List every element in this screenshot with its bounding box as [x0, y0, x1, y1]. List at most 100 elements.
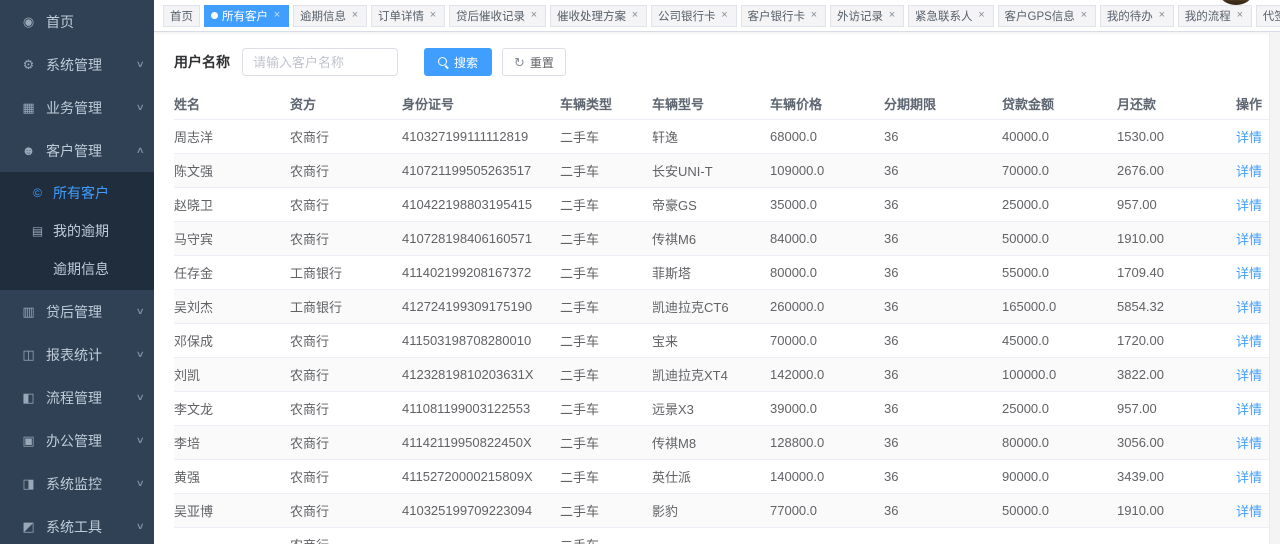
- cell-loan-amount: 100000.0: [1002, 357, 1117, 391]
- cell-vehicle-type: 二手车: [560, 357, 652, 391]
- cell-id-number: 410721199505263517: [402, 153, 560, 187]
- sidebar-subitem-label: 所有客户: [53, 183, 109, 203]
- table-row: 邓保成农商行411503198708280010二手车宝来70000.03645…: [174, 323, 1270, 357]
- cell-name: 吴亚博: [174, 493, 290, 527]
- tools-icon: ◩: [20, 519, 37, 535]
- detail-link[interactable]: 详情: [1236, 164, 1262, 179]
- tab-8[interactable]: 外访记录×: [830, 5, 904, 27]
- tab-label: 客户GPS信息: [1005, 8, 1075, 24]
- tab-4[interactable]: 贷后催收记录×: [449, 5, 546, 27]
- cell-vehicle-type: 二手车: [560, 425, 652, 459]
- cell-name: 任存金: [174, 255, 290, 289]
- search-form: 用户名称 搜索 ↻ 重置: [154, 32, 1280, 89]
- detail-link[interactable]: 详情: [1236, 368, 1262, 383]
- cell-id-number: 410728198406160571: [402, 221, 560, 255]
- close-icon[interactable]: ×: [1079, 10, 1089, 21]
- search-button[interactable]: 搜索: [424, 48, 492, 76]
- cell-actions: 详情: [1236, 391, 1270, 425]
- sidebar-item-overdue-info[interactable]: 逾期信息: [0, 250, 154, 288]
- cell-vehicle-type: 二手车: [560, 493, 652, 527]
- sidebar-item-office-mgmt[interactable]: ▣办公管理∨: [0, 419, 154, 462]
- sidebar-item-postloan-mgmt[interactable]: ▥贷后管理∨: [0, 290, 154, 333]
- detail-link[interactable]: 详情: [1236, 198, 1262, 213]
- close-icon[interactable]: ×: [630, 10, 640, 21]
- gear-icon: ⚙: [20, 57, 37, 73]
- tab-1[interactable]: 所有客户×: [204, 5, 289, 27]
- report-icon: ◫: [20, 347, 37, 363]
- detail-link[interactable]: 详情: [1236, 504, 1262, 519]
- table-row: 任存金工商银行411402199208167372二手车菲斯塔80000.036…: [174, 255, 1270, 289]
- close-icon[interactable]: ×: [977, 10, 987, 21]
- tab-bar: 首页所有客户×逾期信息×订单详情×贷后催收记录×催收处理方案×公司银行卡×客户银…: [154, 0, 1280, 32]
- cell-name: 邓保成: [174, 323, 290, 357]
- cell-installment-term: 36: [884, 153, 1002, 187]
- close-icon[interactable]: ×: [428, 10, 438, 21]
- cell-name: 赵晓卫: [174, 187, 290, 221]
- close-icon[interactable]: ×: [529, 10, 539, 21]
- tab-10[interactable]: 客户GPS信息 ×: [998, 5, 1096, 27]
- close-icon[interactable]: ×: [720, 10, 730, 21]
- cell-funder: 农商行: [290, 357, 402, 391]
- column-header: 分期期限: [884, 89, 1002, 119]
- tab-3[interactable]: 订单详情×: [371, 5, 445, 27]
- close-icon[interactable]: ×: [887, 10, 897, 21]
- tab-13[interactable]: 代签任务×: [1256, 5, 1280, 27]
- tab-0[interactable]: 首页: [163, 5, 200, 27]
- tab-9[interactable]: 紧急联系人×: [908, 5, 994, 27]
- cell-vehicle-type: 二手车: [560, 221, 652, 255]
- detail-link[interactable]: 详情: [1236, 300, 1262, 315]
- detail-link[interactable]: 详情: [1236, 402, 1262, 417]
- sidebar-item-report-stats[interactable]: ◫报表统计∨: [0, 333, 154, 376]
- sidebar-item-process-mgmt[interactable]: ◧流程管理∨: [0, 376, 154, 419]
- cell-vehicle-price: 140000.0: [770, 459, 884, 493]
- close-icon[interactable]: ×: [1235, 10, 1245, 21]
- sidebar-item-home[interactable]: ◉首页: [0, 0, 154, 43]
- tab-label: 代签任务: [1263, 8, 1280, 24]
- cell-vehicle-price: 70000.0: [770, 323, 884, 357]
- cell-loan-amount: 90000.0: [1002, 459, 1117, 493]
- cell-installment-term: 36: [884, 119, 1002, 153]
- tab-7[interactable]: 客户银行卡×: [741, 5, 827, 27]
- sidebar-item-my-overdue[interactable]: ▤我的逾期: [0, 212, 154, 250]
- sidebar-item-customer-mgmt[interactable]: ☻客户管理∧: [0, 129, 154, 172]
- detail-link[interactable]: 详情: [1236, 130, 1262, 145]
- reset-button[interactable]: ↻ 重置: [502, 48, 566, 76]
- sidebar-item-business-mgmt[interactable]: ▦业务管理∨: [0, 86, 154, 129]
- cell-name: 刘凯: [174, 357, 290, 391]
- cell-vehicle-price: 35000.0: [770, 187, 884, 221]
- close-icon[interactable]: ×: [272, 10, 282, 21]
- sidebar-item-system-monitor[interactable]: ◨系统监控∨: [0, 462, 154, 505]
- tab-11[interactable]: 我的待办×: [1100, 5, 1174, 27]
- cell-funder: 农商行: [290, 187, 402, 221]
- close-icon[interactable]: ×: [1157, 10, 1167, 21]
- cell-monthly-payment: 2676.00: [1117, 153, 1236, 187]
- detail-link[interactable]: 详情: [1236, 436, 1262, 451]
- tab-12[interactable]: 我的流程×: [1178, 5, 1252, 27]
- cell-funder: 农商行: [290, 493, 402, 527]
- detail-link[interactable]: 详情: [1236, 232, 1262, 247]
- tab-5[interactable]: 催收处理方案×: [550, 5, 647, 27]
- close-icon[interactable]: ×: [350, 10, 360, 21]
- cell-vehicle-price: 84000.0: [770, 221, 884, 255]
- close-icon[interactable]: ×: [809, 10, 819, 21]
- cell-vehicle-price: 68000.0: [770, 119, 884, 153]
- scrollbar[interactable]: [1269, 33, 1280, 544]
- sidebar-item-system-mgmt[interactable]: ⚙系统管理∨: [0, 43, 154, 86]
- detail-link[interactable]: 详情: [1236, 266, 1262, 281]
- sidebar-item-all-customers[interactable]: ©所有客户: [0, 174, 154, 212]
- cell-actions: 详情: [1236, 493, 1270, 527]
- detail-link[interactable]: 详情: [1236, 334, 1262, 349]
- tab-6[interactable]: 公司银行卡×: [651, 5, 737, 27]
- detail-link[interactable]: 详情: [1236, 470, 1262, 485]
- cell-id-number: 41152720000215809X: [402, 459, 560, 493]
- column-header: 身份证号: [402, 89, 560, 119]
- tab-2[interactable]: 逾期信息×: [293, 5, 367, 27]
- sidebar-item-system-tools[interactable]: ◩系统工具∨: [0, 505, 154, 544]
- cell-vehicle-model: 英仕派: [652, 459, 770, 493]
- column-header: 月还款: [1117, 89, 1236, 119]
- cell-monthly-payment: 1910.00: [1117, 221, 1236, 255]
- cell-name: 吴刘杰: [174, 289, 290, 323]
- table-row: 陈文强农商行410721199505263517二手车长安UNI-T109000…: [174, 153, 1270, 187]
- cell-vehicle-type: 二手车: [560, 187, 652, 221]
- customer-name-input[interactable]: [242, 48, 398, 76]
